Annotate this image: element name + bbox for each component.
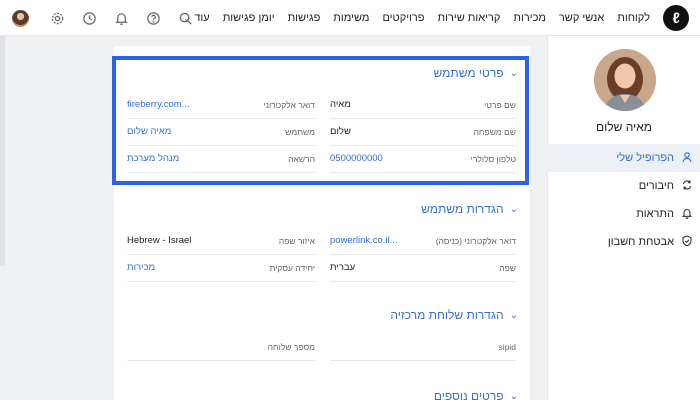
section-title: פרטי משתמש [433, 66, 504, 80]
field-label: sipid [498, 341, 516, 352]
profile-sidebar: מאיה שלום הפרופיל שלי חיבורים התראות אבט… [547, 36, 700, 400]
gear-icon[interactable] [49, 10, 65, 26]
nav-item-contacts[interactable]: אנשי קשר [559, 12, 604, 24]
field-user: משתמש מאיה שלום [127, 118, 315, 146]
sync-icon [681, 179, 693, 194]
main-nav: לקוחות אנשי קשר מכירות קריאות שירות פרוי… [183, 0, 650, 36]
field-label: טלפון סלולרי [470, 153, 516, 164]
brand-logo-icon[interactable]: ℓ [663, 5, 689, 31]
field-label: הרשאה [288, 153, 315, 164]
field-sipid: sipid [330, 333, 516, 361]
field-language: שפה עברית [330, 254, 516, 282]
field-value: Hebrew - Israel [127, 235, 192, 246]
field-label: מספר שלוחה [267, 341, 315, 352]
profile-main-panel: ⌄ פרטי משתמש שם פרטי מאיה דואר אלקטרוני … [114, 46, 530, 400]
nav-item-meetings[interactable]: פגישות [288, 12, 321, 24]
topbar-tools [12, 0, 209, 36]
field-value: מאיה [330, 99, 351, 110]
field-label: איזור שפה [278, 235, 315, 246]
field-label: שם פרטי [484, 99, 516, 110]
nav-item-projects[interactable]: פרויקטים [382, 12, 424, 24]
chevron-down-icon: ⌄ [509, 67, 518, 79]
field-mobile: טלפון סלולרי 0500000000 [330, 145, 516, 173]
section-header-user-settings[interactable]: ⌄ הגדרות משתמש [421, 202, 518, 216]
nav-item-meeting-calendar[interactable]: יומן פגישות [223, 12, 275, 24]
nav-item-sales[interactable]: מכירות [513, 12, 546, 24]
sidebar-item-label: אבטחת חשבון [607, 236, 674, 248]
chevron-down-icon: ⌄ [509, 309, 518, 321]
nav-item-accounts[interactable]: לקוחות [617, 12, 650, 24]
chevron-down-icon: ⌄ [509, 390, 518, 400]
field-value-link[interactable]: מכירות [127, 262, 155, 273]
field-last-name: שם משפחה שלום [330, 118, 516, 146]
profile-photo [594, 49, 656, 111]
section-header-central-settings[interactable]: ⌄ הגדרות שלוחת מרכזיה [390, 308, 518, 322]
section-title: הגדרות שלוחת מרכזיה [390, 308, 504, 322]
sidebar-item-connections[interactable]: חיבורים [547, 172, 700, 200]
field-permission: הרשאה מנהל מערכת [127, 145, 315, 173]
field-label: משתמש [285, 126, 315, 137]
top-navigation-bar: ℓ לקוחות אנשי קשר מכירות קריאות שירות פר… [0, 0, 700, 36]
section-title: הגדרות משתמש [421, 202, 504, 216]
nav-item-service-calls[interactable]: קריאות שירות [438, 12, 501, 24]
profile-name: מאיה שלום [596, 120, 652, 134]
user-icon [681, 151, 693, 166]
field-login-email: דואר אלקטרוני (כניסה) powerlink.co.il... [330, 227, 516, 255]
section-title: פרטים נוספים [433, 389, 504, 400]
field-email: דואר אלקטרוני fireberry.com... [127, 91, 315, 119]
help-icon[interactable] [145, 10, 161, 26]
sidebar-item-label: חיבורים [638, 180, 674, 192]
field-value-link[interactable]: מנהל מערכת [127, 153, 179, 164]
bell-icon [681, 207, 693, 222]
section-header-user-details[interactable]: ⌄ פרטי משתמש [434, 66, 518, 80]
chevron-down-icon: ⌄ [509, 203, 518, 215]
field-label: שם משפחה [473, 126, 516, 137]
bell-icon[interactable] [113, 10, 129, 26]
field-label: שפה [499, 262, 516, 273]
sidebar-item-notifications[interactable]: התראות [547, 200, 700, 228]
section-header-more-details[interactable]: ⌄ פרטים נוספים [434, 389, 518, 400]
search-icon[interactable] [177, 10, 193, 26]
profile-menu: הפרופיל שלי חיבורים התראות אבטחת חשבון [547, 144, 700, 256]
user-avatar[interactable] [12, 9, 29, 27]
field-locale: איזור שפה Hebrew - Israel [127, 227, 315, 255]
sidebar-item-label: הפרופיל שלי [616, 152, 674, 164]
shield-icon [681, 234, 693, 250]
field-value-link[interactable]: מאיה שלום [127, 126, 171, 137]
field-first-name: שם פרטי מאיה [330, 91, 516, 119]
field-label: דואר אלקטרוני (כניסה) [435, 235, 516, 246]
clock-icon[interactable] [81, 10, 97, 26]
field-value-link[interactable]: fireberry.com... [127, 99, 190, 110]
field-value: שלום [330, 126, 351, 137]
sidebar-item-account-security[interactable]: אבטחת חשבון [547, 228, 700, 256]
field-value-link[interactable]: 0500000000 [330, 153, 383, 164]
field-label: דואר אלקטרוני [263, 99, 315, 110]
field-value: עברית [330, 262, 356, 273]
field-value-link[interactable]: powerlink.co.il... [330, 235, 398, 246]
scrollbar[interactable] [0, 36, 5, 266]
nav-item-tasks[interactable]: משימות [333, 12, 369, 24]
sidebar-item-label: התראות [636, 208, 674, 220]
field-extension: מספר שלוחה [127, 333, 315, 361]
sidebar-item-my-profile[interactable]: הפרופיל שלי [547, 144, 700, 172]
field-label: יחידה עסקית [269, 262, 316, 273]
field-business-unit: יחידה עסקית מכירות [127, 254, 315, 282]
